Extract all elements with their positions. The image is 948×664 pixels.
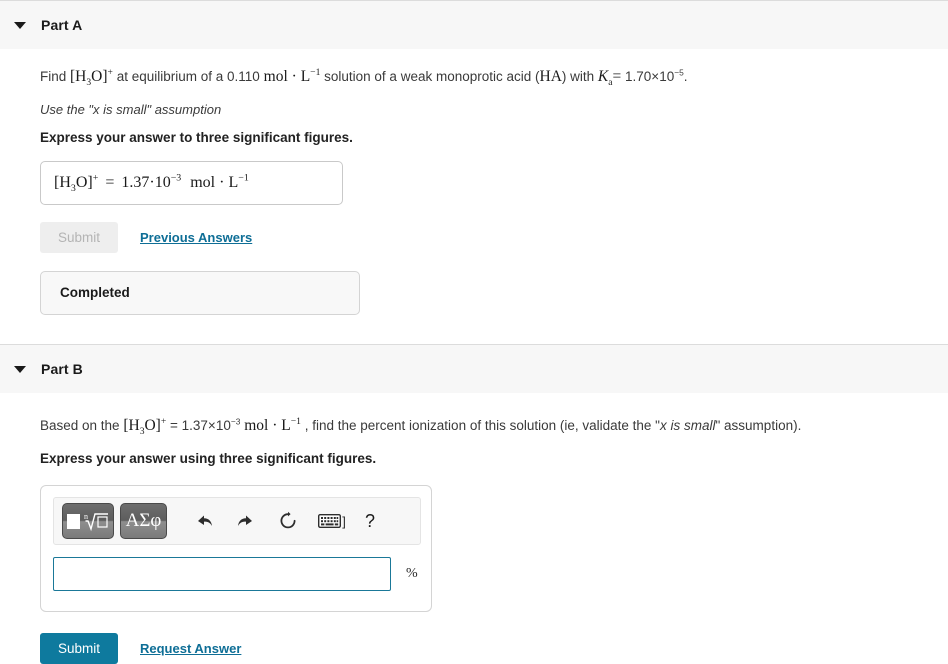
answer-equals: =	[105, 173, 115, 191]
section-divider	[0, 314, 948, 344]
part-a-submit-button[interactable]: Submit	[40, 221, 118, 253]
part-b-body: Based on the [H3O]+ = 1.37×10−3 mol · L−…	[0, 392, 948, 664]
math-template-button[interactable]: n	[62, 503, 114, 540]
prompt-text-2: at equilibrium of a	[112, 69, 228, 84]
keyboard-bracket-label: ]	[342, 513, 346, 529]
request-answer-link[interactable]: Request Answer	[140, 641, 241, 656]
part-a-prompt: Find [H3O]+ at equilibrium of a 0.110 mo…	[40, 49, 948, 88]
part-a-body: Find [H3O]+ at equilibrium of a 0.110 mo…	[0, 49, 948, 315]
prompt-formula-ha: HA	[539, 68, 562, 85]
redo-icon[interactable]	[231, 507, 261, 535]
greek-symbols-button[interactable]: ΑΣφ	[120, 503, 167, 540]
svg-text:n: n	[84, 512, 88, 521]
nth-root-icon: n	[84, 512, 108, 532]
part-b-input-row: %	[53, 557, 419, 592]
previous-answers-link[interactable]: Previous Answers	[140, 230, 252, 245]
part-a-header[interactable]: Part A	[0, 0, 948, 49]
part-b-answer-widget: n ΑΣφ] ? %	[40, 485, 432, 613]
keyboard-icon[interactable]: ]	[315, 507, 349, 535]
caret-down-icon[interactable]	[14, 19, 26, 31]
prompt-text-4: ) with	[561, 69, 598, 84]
prompt-formula-h3o: [H3O]+	[70, 66, 113, 89]
math-template-icon: n	[66, 510, 110, 532]
part-b-title: Part B	[41, 360, 83, 377]
prompt-units-molar: mol · L−1	[263, 66, 321, 85]
prompt-b-italic: x is small	[659, 417, 716, 433]
part-b-section: Part B Based on the [H3O]+ = 1.37×10−3 m…	[0, 343, 948, 664]
part-a-express-instruction: Express your answer to three significant…	[40, 129, 353, 145]
prompt-formula-ka: Ka	[597, 68, 613, 89]
undo-icon[interactable]	[189, 507, 219, 535]
prompt-value-conc: 0.110	[227, 69, 260, 84]
help-label: ?	[364, 510, 375, 531]
reset-icon[interactable]	[273, 507, 303, 535]
percent-unit-label: %	[406, 566, 418, 582]
part-a-actions: Submit Previous Answers	[40, 221, 948, 253]
answer-variable: [H3O]+	[54, 172, 99, 194]
prompt-b-text-3: " assumption).	[715, 417, 802, 433]
math-toolbar: n ΑΣφ] ?	[53, 497, 421, 546]
part-b-express-instruction: Express your answer using three signific…	[40, 451, 377, 467]
greek-symbols-label: ΑΣφ	[125, 510, 162, 532]
part-a-answer-display: [H3O]+ = 1.37·10−3 mol · L−1	[40, 160, 343, 205]
answer-value: 1.37·10−3	[121, 172, 182, 191]
part-b-actions: Submit Request Answer	[40, 633, 948, 664]
prompt-b-value: 1.37×10−3	[181, 416, 241, 433]
part-b-submit-button[interactable]: Submit	[40, 633, 118, 664]
part-a-section: Part A Find [H3O]+ at equilibrium of a 0…	[0, 0, 948, 315]
prompt-text-5: .	[683, 69, 688, 84]
status-badge: Completed	[60, 285, 130, 301]
answer-units: mol · L−1	[190, 172, 249, 191]
part-b-answer-input[interactable]	[53, 557, 391, 592]
prompt-text-3: solution of a weak monoprotic acid (	[320, 69, 540, 84]
part-b-prompt: Based on the [H3O]+ = 1.37×10−3 mol · L−…	[40, 393, 948, 437]
part-a-title: Part A	[41, 17, 83, 33]
prompt-b-units: mol · L−1	[244, 415, 301, 434]
part-a-hint: Use the "x is small" assumption	[40, 101, 222, 117]
prompt-text-1: Find	[40, 69, 71, 84]
help-icon[interactable]: ?	[355, 507, 385, 535]
assignment-page: Part A Find [H3O]+ at equilibrium of a 0…	[0, 0, 948, 664]
prompt-b-formula-h3o: [H3O]+	[123, 415, 167, 437]
prompt-b-text-1: Based on the	[40, 417, 124, 433]
part-a-status-banner: Completed	[40, 270, 360, 315]
caret-down-icon[interactable]	[14, 363, 26, 375]
prompt-equals: =	[612, 68, 622, 85]
prompt-value-ka: 1.70×10−5	[621, 67, 684, 84]
prompt-b-equals: =	[166, 417, 182, 433]
part-b-header[interactable]: Part B	[0, 343, 948, 393]
prompt-b-text-2: , find the percent ionization of this so…	[300, 417, 660, 433]
